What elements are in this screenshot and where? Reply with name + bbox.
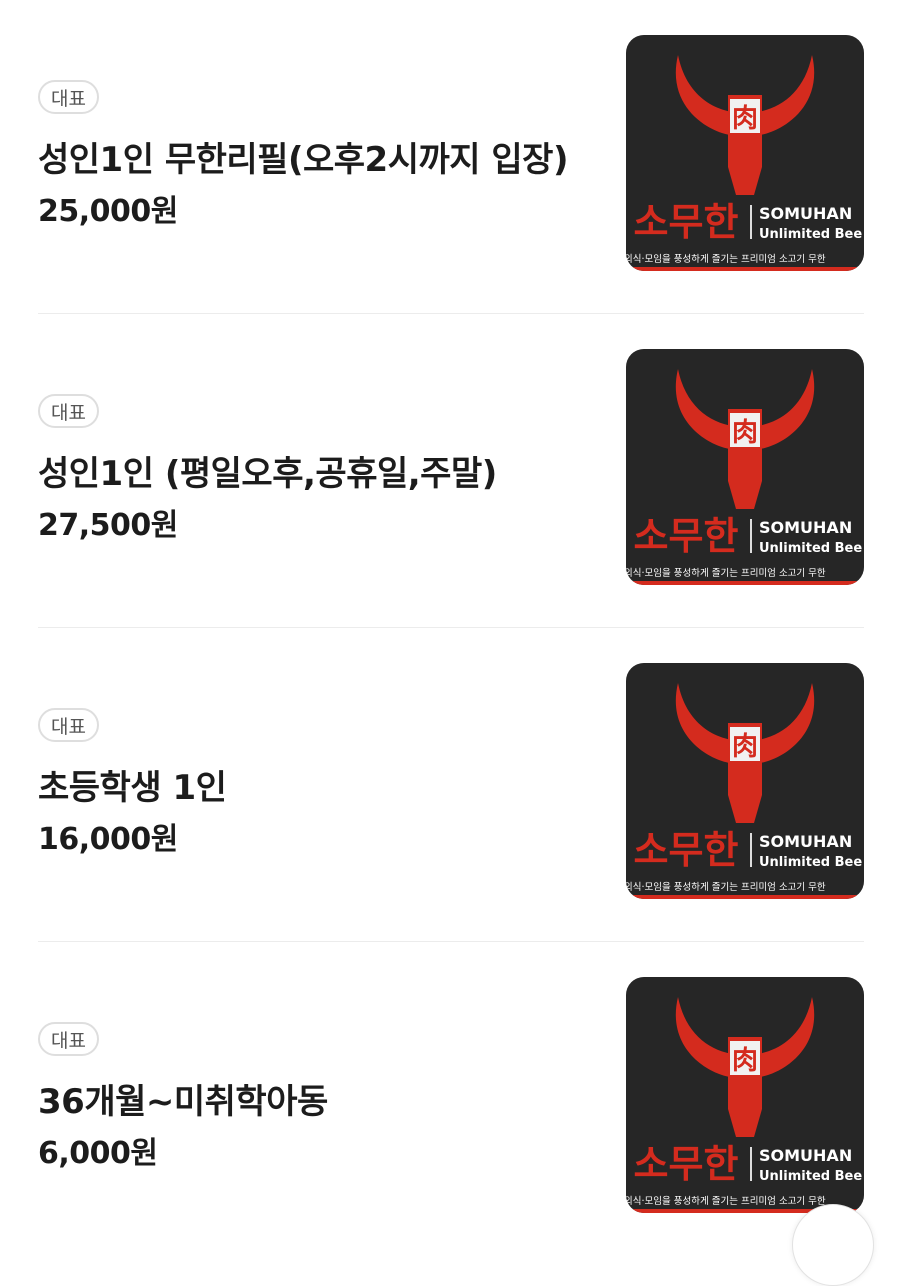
menu-item-thumbnail[interactable]: 肉 소무한 SOMUHAN Unlimited Bee 외식·모임을 풍성하게 … [626, 35, 864, 271]
meat-hanja-label: 肉 [732, 418, 758, 448]
brand-korean-label: 소무한 [634, 828, 739, 872]
tagline-label: Unlimited Bee [759, 541, 862, 556]
caption-label: 외식·모임을 풍성하게 즐기는 프리미엄 소고기 무한 [626, 881, 826, 893]
caption-label: 외식·모임을 풍성하게 즐기는 프리미엄 소고기 무한 [626, 253, 826, 265]
brand-english-label: SOMUHAN [759, 518, 852, 537]
menu-item-price: 25,000원 [38, 194, 178, 229]
menu-item-price: 6,000원 [38, 1136, 158, 1171]
somuhan-logo-image: 肉 소무한 SOMUHAN Unlimited Bee 외식·모임을 풍성하게 … [626, 349, 864, 585]
somuhan-logo-image: 肉 소무한 SOMUHAN Unlimited Bee 외식·모임을 풍성하게 … [626, 35, 864, 271]
meat-hanja-label: 肉 [732, 732, 758, 762]
menu-item-name: 성인1인 무한리필(오후2시까지 입장) [38, 140, 569, 180]
caption-label: 외식·모임을 풍성하게 즐기는 프리미엄 소고기 무한 [626, 1195, 826, 1207]
somuhan-logo-image: 肉 소무한 SOMUHAN Unlimited Bee 외식·모임을 풍성하게 … [626, 977, 864, 1213]
menu-item-name: 성인1인 (평일오후,공휴일,주말) [38, 454, 497, 494]
signature-badge: 대표 [38, 80, 99, 114]
menu-item-price: 16,000원 [38, 822, 178, 857]
menu-item-price: 27,500원 [38, 508, 178, 543]
caption-label: 외식·모임을 풍성하게 즐기는 프리미엄 소고기 무한 [626, 567, 826, 579]
tagline-label: Unlimited Bee [759, 227, 862, 242]
tagline-label: Unlimited Bee [759, 1169, 862, 1184]
brand-english-label: SOMUHAN [759, 832, 852, 851]
scroll-to-top-button[interactable] [792, 1204, 874, 1286]
menu-item-name: 36개월~미취학아동 [38, 1082, 328, 1122]
brand-korean-label: 소무한 [634, 1142, 739, 1186]
brand-english-label: SOMUHAN [759, 1146, 852, 1165]
somuhan-logo-image: 肉 소무한 SOMUHAN Unlimited Bee 외식·모임을 풍성하게 … [626, 663, 864, 899]
brand-english-label: SOMUHAN [759, 204, 852, 223]
menu-item[interactable]: 대표 초등학생 1인 16,000원 肉 소무한 SOMUHAN Unlimit… [38, 628, 864, 942]
menu-item[interactable]: 대표 36개월~미취학아동 6,000원 肉 소무한 SOMUHAN Unlim… [38, 942, 864, 1256]
menu-item[interactable]: 대표 성인1인 (평일오후,공휴일,주말) 27,500원 肉 소무한 SOMU… [38, 314, 864, 628]
brand-korean-label: 소무한 [634, 200, 739, 244]
menu-item[interactable]: 대표 성인1인 무한리필(오후2시까지 입장) 25,000원 肉 소무한 SO… [38, 0, 864, 314]
menu-item-thumbnail[interactable]: 肉 소무한 SOMUHAN Unlimited Bee 외식·모임을 풍성하게 … [626, 349, 864, 585]
tagline-label: Unlimited Bee [759, 855, 862, 870]
signature-badge: 대표 [38, 394, 99, 428]
menu-item-thumbnail[interactable]: 肉 소무한 SOMUHAN Unlimited Bee 외식·모임을 풍성하게 … [626, 663, 864, 899]
meat-hanja-label: 肉 [732, 1046, 758, 1076]
menu-item-thumbnail[interactable]: 肉 소무한 SOMUHAN Unlimited Bee 외식·모임을 풍성하게 … [626, 977, 864, 1213]
brand-korean-label: 소무한 [634, 514, 739, 558]
meat-hanja-label: 肉 [732, 104, 758, 134]
signature-badge: 대표 [38, 1022, 99, 1056]
menu-item-name: 초등학생 1인 [38, 768, 227, 808]
signature-badge: 대표 [38, 708, 99, 742]
